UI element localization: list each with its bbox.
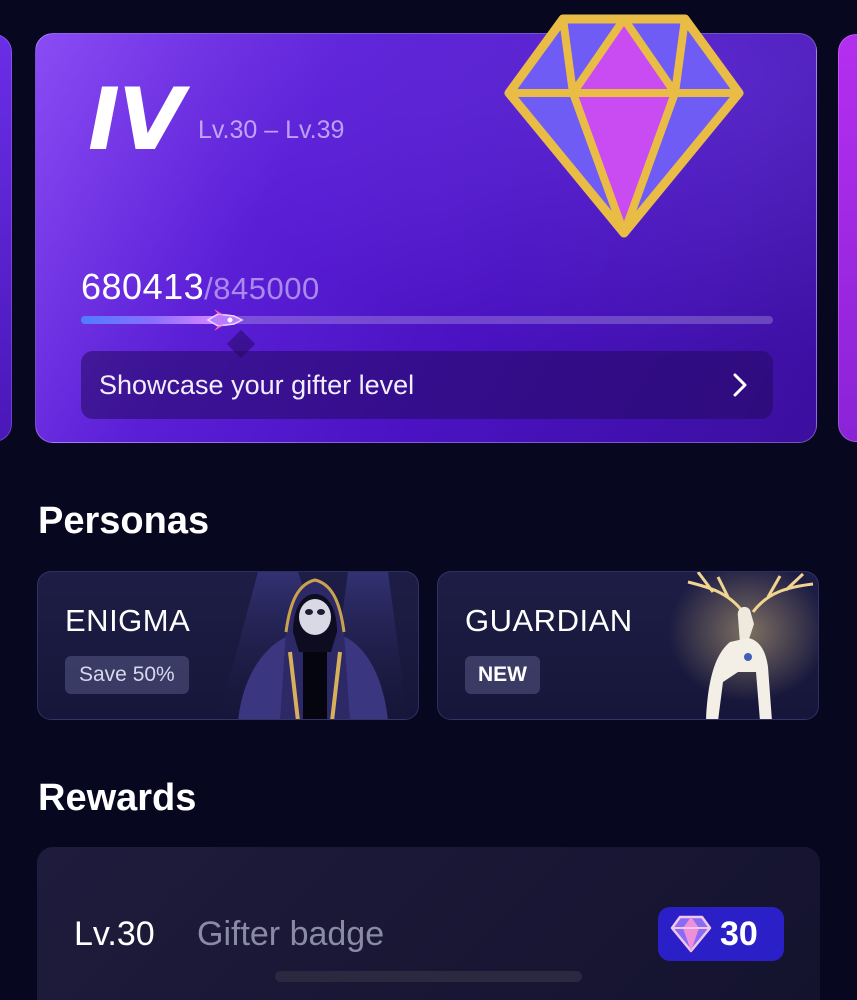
- level-range: Lv.30 – Lv.39: [198, 116, 345, 144]
- hooded-figure-image: [218, 572, 408, 719]
- gifter-badge-preview: 30: [658, 907, 784, 961]
- rocket-icon: [206, 309, 244, 331]
- reward-level: Lv.30: [74, 915, 155, 953]
- progress-current-value: 680413: [81, 266, 205, 307]
- tier-numeral: IV: [88, 70, 185, 170]
- progress-fill: [81, 316, 224, 324]
- progress-text: 680413/845000: [81, 266, 320, 308]
- persona-name: GUARDIAN: [465, 603, 633, 638]
- badge-level-number: 30: [720, 914, 758, 953]
- persona-discount-tag: Save 50%: [65, 656, 189, 694]
- diamond-badge-icon: [670, 915, 712, 953]
- showcase-label: Showcase your gifter level: [99, 369, 415, 400]
- next-level-card[interactable]: [838, 34, 857, 442]
- showcase-gifter-level-button[interactable]: Showcase your gifter level: [81, 351, 773, 419]
- progress-bar: [81, 309, 773, 331]
- persona-new-tag: NEW: [465, 656, 540, 694]
- progress-max-value: /845000: [204, 271, 320, 306]
- home-indicator[interactable]: [275, 971, 582, 982]
- reward-name: Gifter badge: [197, 915, 385, 953]
- previous-level-card[interactable]: [0, 34, 12, 442]
- persona-name: ENIGMA: [65, 603, 191, 638]
- diamond-icon: [504, 14, 744, 238]
- persona-card-guardian[interactable]: GUARDIAN NEW: [437, 571, 819, 720]
- personas-heading: Personas: [38, 500, 210, 542]
- stag-image: [668, 572, 818, 719]
- chevron-right-icon: [733, 373, 747, 397]
- rewards-heading: Rewards: [38, 777, 197, 819]
- persona-card-enigma[interactable]: ENIGMA Save 50%: [37, 571, 419, 720]
